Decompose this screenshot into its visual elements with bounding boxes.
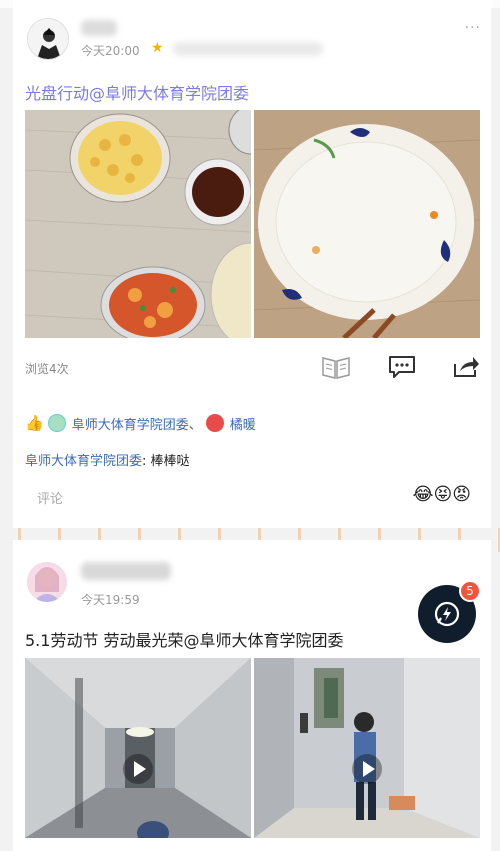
comment-text: 棒棒哒 xyxy=(150,454,190,469)
username-blurred xyxy=(81,562,171,580)
liker-name[interactable]: 橘暖 xyxy=(230,414,256,433)
star-badge-icon: ★ xyxy=(151,40,164,56)
post-video-cleaning[interactable] xyxy=(254,658,480,838)
comment-author[interactable]: 阜师大体育学院团委 xyxy=(25,454,142,469)
liker-avatar[interactable] xyxy=(205,414,224,432)
post-title[interactable]: 5.1劳动节 劳动最光荣@阜师大体育学院团委 xyxy=(25,627,344,651)
play-icon[interactable] xyxy=(123,754,153,784)
avatar[interactable] xyxy=(27,562,67,602)
thumbs-up-icon: 👍 xyxy=(25,414,44,432)
post-photo-empty-plate[interactable] xyxy=(254,110,480,338)
post-video-corridor[interactable] xyxy=(25,658,251,838)
liker-names[interactable]: 阜师大体育学院团委、 xyxy=(72,414,202,433)
lightning-chat-icon xyxy=(434,601,460,627)
post-timestamp: 今天20:00 xyxy=(81,44,140,58)
post-photo-food[interactable] xyxy=(25,110,251,338)
emoji-quick-reactions[interactable]: 😂😝😡 xyxy=(412,484,471,505)
post-title[interactable]: 光盘行动@阜师大体育学院团委 xyxy=(25,80,249,104)
share-icon[interactable] xyxy=(451,354,481,380)
post-card: 今天20:00 ★ ··· 光盘行动@阜师大体育学院团委 浏览4次 👍 阜师大体… xyxy=(13,0,491,528)
comment-icon[interactable] xyxy=(387,354,417,380)
notification-badge: 5 xyxy=(459,580,481,602)
liker-avatar[interactable] xyxy=(47,414,66,432)
avatar[interactable] xyxy=(27,18,69,60)
user-level-blurred xyxy=(173,42,323,56)
view-count: 浏览4次 xyxy=(25,362,69,376)
post-card: 今天19:59 5.1劳动节 劳动最光荣@阜师大体育学院团委 xyxy=(13,540,491,851)
read-book-icon[interactable] xyxy=(321,354,351,380)
likes-row: 👍 阜师大体育学院团委、 橘暖 xyxy=(25,412,256,434)
comment-input[interactable]: 评论 xyxy=(37,488,63,507)
more-options-icon[interactable]: ··· xyxy=(465,20,481,36)
comment-item: 阜师大体育学院团委: 棒棒哒 xyxy=(25,454,190,469)
play-icon[interactable] xyxy=(352,754,382,784)
post-timestamp: 今天19:59 xyxy=(81,593,140,607)
username-blurred xyxy=(81,20,117,36)
